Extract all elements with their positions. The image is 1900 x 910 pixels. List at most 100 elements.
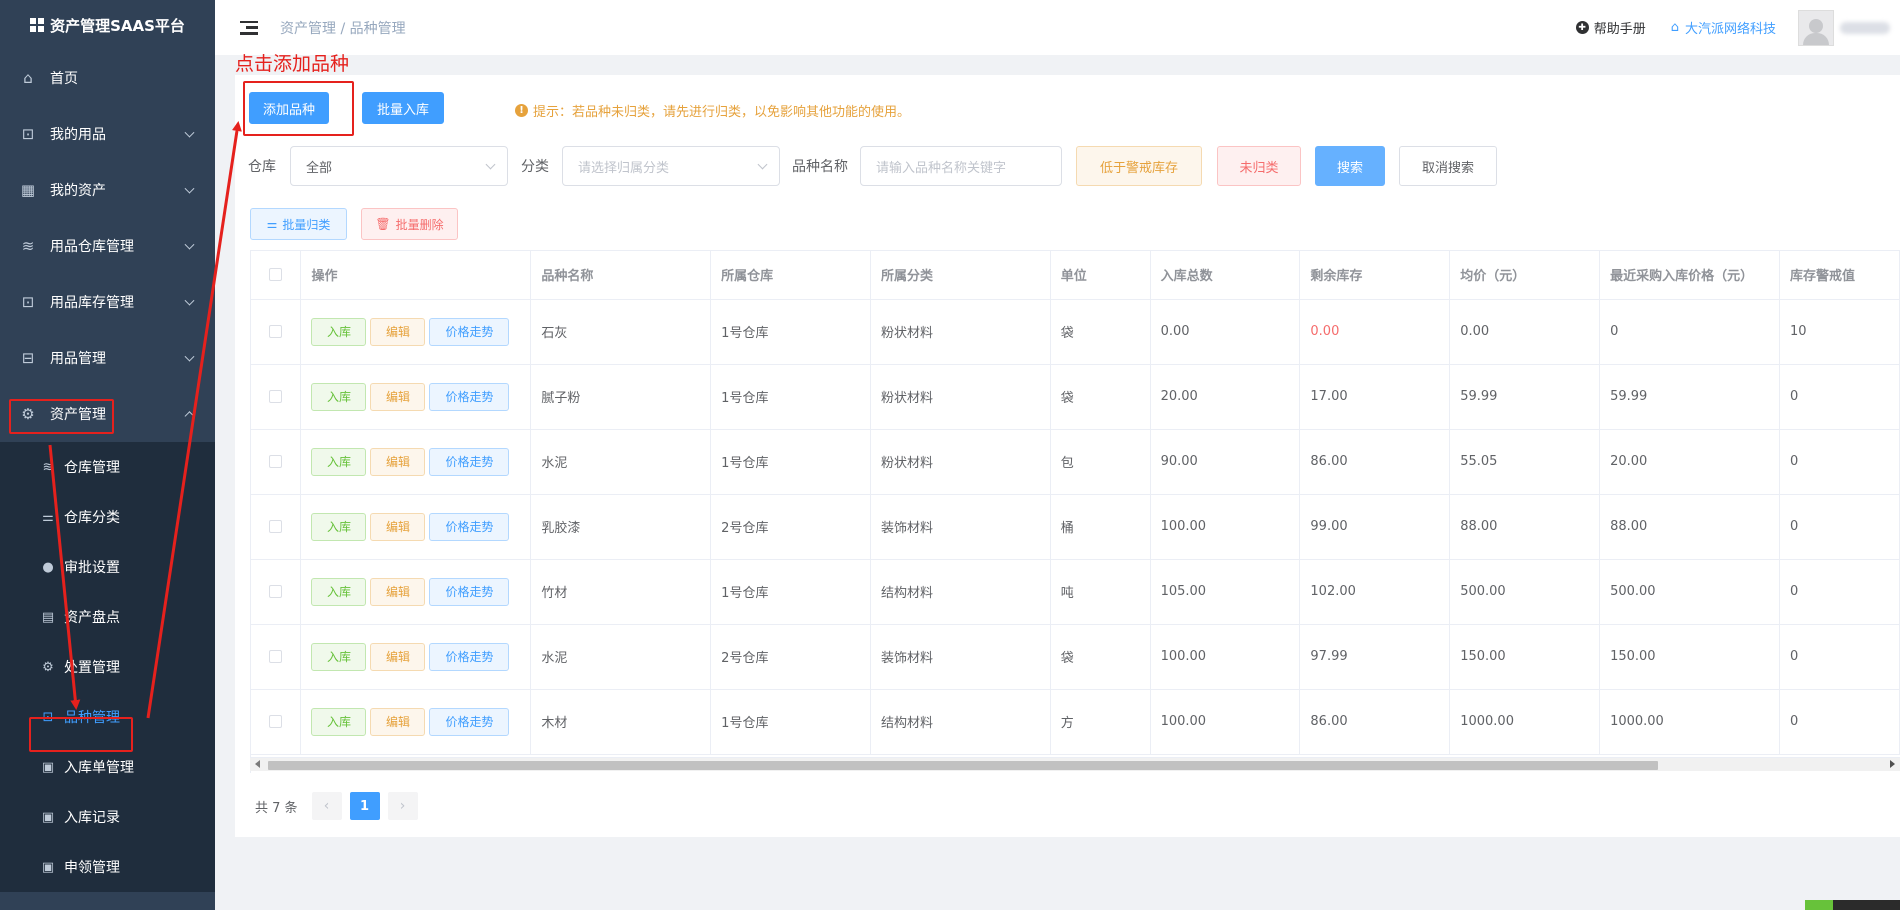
sidebar-subitem[interactable]: ⚙ 处置管理 — [0, 642, 215, 692]
row-checkbox[interactable] — [269, 325, 283, 338]
sidebar-item[interactable]: ⊟ 用品管理 — [0, 330, 215, 386]
company-link[interactable]: ⌂ 大汽派网络科技 — [1671, 18, 1776, 37]
row-checkbox[interactable] — [269, 520, 283, 533]
sidebar-subitem-label: 审批设置 — [64, 560, 120, 576]
cancel-search-button[interactable]: 取消搜索 — [1399, 146, 1497, 186]
batch-delete-button[interactable]: 🗑 批量删除 — [361, 208, 458, 240]
edit-button[interactable]: 编辑 — [370, 642, 426, 671]
sidebar-item[interactable]: ⊡ 用品库存管理 — [0, 274, 215, 330]
help-manual-link[interactable]: ✚ 帮助手册 — [1575, 18, 1646, 37]
sidebar-subitem[interactable]: ⚌ 仓库分类 — [0, 492, 215, 542]
stock-in-button[interactable]: 入库 — [311, 447, 367, 476]
user-icon: ● — [42, 559, 54, 575]
scroll-left-arrow-icon[interactable] — [255, 760, 260, 768]
sidebar-subitem-label: 仓库管理 — [64, 460, 120, 476]
row-actions-cell: 入库 编辑 价格走势 — [300, 559, 532, 625]
edit-button[interactable]: 编辑 — [370, 447, 426, 476]
below-alert-stock-button[interactable]: 低于警戒库存 — [1076, 146, 1202, 186]
table-row: 入库 编辑 价格走势 水泥 1号仓库 粉状材料包 90.00 86.00 55.05 20.00 0 — [251, 429, 1900, 495]
cell-remaining: 99.00 — [1299, 494, 1451, 560]
cell-name: 腻子粉 — [530, 364, 712, 430]
edit-button[interactable]: 编辑 — [370, 382, 426, 411]
sidebar-item-label: 用品管理 — [50, 351, 106, 367]
cell-category: 结构材料 — [870, 689, 1051, 755]
bag-icon: ⊡ — [21, 125, 35, 143]
cell-category: 装饰材料 — [870, 624, 1051, 690]
batch-classify-button[interactable]: ⚌ 批量归类 — [250, 208, 347, 240]
cell-last-price: 59.99 — [1599, 364, 1781, 430]
price-trend-button[interactable]: 价格走势 — [429, 642, 510, 671]
row-checkbox[interactable] — [269, 455, 283, 468]
clipboard-icon: ▣ — [41, 809, 55, 825]
sliders-icon: ⚌ — [42, 509, 54, 525]
building-icon: ▦ — [20, 181, 36, 199]
edit-button[interactable]: 编辑 — [370, 577, 426, 606]
stock-in-button[interactable]: 入库 — [311, 707, 367, 736]
horizontal-scrollbar[interactable] — [250, 757, 1900, 771]
next-page-button[interactable]: › — [387, 792, 418, 820]
cell-remaining: 17.00 — [1299, 364, 1451, 430]
stock-in-button[interactable]: 入库 — [311, 382, 367, 411]
row-checkbox[interactable] — [269, 390, 283, 403]
sidebar-subitem[interactable]: ▣ 入库单管理 — [0, 742, 215, 792]
username-blurred[interactable] — [1840, 21, 1890, 34]
price-trend-button[interactable]: 价格走势 — [429, 382, 510, 411]
breadcrumb-item-parent[interactable]: 资产管理 — [280, 21, 336, 37]
sidebar-item-label: 首页 — [50, 71, 78, 87]
sidebar-item[interactable]: ⚙ 资产管理 — [0, 386, 215, 442]
price-trend-button[interactable]: 价格走势 — [429, 707, 510, 736]
hamburger-menu-icon[interactable] — [240, 20, 258, 35]
select-all-checkbox[interactable] — [269, 268, 283, 282]
prev-page-button[interactable]: ‹ — [311, 792, 342, 820]
add-variety-button[interactable]: 添加品种 — [249, 92, 329, 124]
category-select[interactable]: 请选择归属分类 — [562, 146, 780, 186]
sidebar-subitem[interactable]: ● 审批设置 — [0, 542, 215, 592]
price-trend-button[interactable]: 价格走势 — [429, 317, 510, 346]
cell-name: 木材 — [530, 689, 712, 755]
avatar[interactable] — [1798, 9, 1834, 46]
warehouse-select[interactable]: 全部 — [290, 146, 508, 186]
row-actions-cell: 入库 编辑 价格走势 — [300, 364, 532, 430]
cell-name: 乳胶漆 — [530, 494, 712, 560]
sidebar-subitem-label: 品种管理 — [64, 710, 120, 726]
stock-in-button[interactable]: 入库 — [311, 642, 367, 671]
home-icon: ⌂ — [23, 69, 33, 87]
row-select-cell — [251, 559, 302, 625]
row-checkbox[interactable] — [269, 650, 283, 663]
row-checkbox[interactable] — [269, 585, 283, 598]
variety-name-input[interactable]: 请输入品种名称关键字 — [860, 146, 1062, 186]
stock-in-button[interactable]: 入库 — [311, 577, 367, 606]
sidebar-subitem[interactable]: ⊡ 品种管理 — [0, 692, 215, 742]
cell-alert-value: 0 — [1779, 429, 1900, 495]
sidebar-item[interactable]: ≋ 用品仓库管理 — [0, 218, 215, 274]
scrollbar-thumb[interactable] — [268, 761, 1658, 770]
price-trend-button[interactable]: 价格走势 — [429, 512, 510, 541]
search-button[interactable]: 搜索 — [1315, 146, 1385, 186]
cell-alert-value: 0 — [1779, 624, 1900, 690]
stock-in-button[interactable]: 入库 — [311, 512, 367, 541]
cell-alert-value: 0 — [1779, 494, 1900, 560]
edit-button[interactable]: 编辑 — [370, 317, 426, 346]
sidebar-item[interactable]: ▦ 我的资产 — [0, 162, 215, 218]
sidebar-item[interactable]: ⊡ 我的用品 — [0, 106, 215, 162]
price-trend-button[interactable]: 价格走势 — [429, 577, 510, 606]
name-filter-label: 品种名称 — [792, 159, 848, 175]
unclassified-button[interactable]: 未归类 — [1217, 146, 1301, 186]
edit-button[interactable]: 编辑 — [370, 707, 426, 736]
sidebar-subitem[interactable]: ▤ 资产盘点 — [0, 592, 215, 642]
row-checkbox[interactable] — [269, 715, 283, 728]
stock-in-button[interactable]: 入库 — [311, 317, 367, 346]
brand-title: 资产管理SAAS平台 — [50, 16, 185, 35]
batch-stock-in-button[interactable]: 批量入库 — [362, 92, 444, 124]
sidebar-subitem[interactable]: ≋ 仓库管理 — [0, 442, 215, 492]
edit-button[interactable]: 编辑 — [370, 512, 426, 541]
sidebar-item[interactable]: ⌂ 首页 — [0, 50, 215, 106]
sidebar-subitem[interactable]: ▣ 入库记录 — [0, 792, 215, 842]
page-number-current[interactable]: 1 — [349, 792, 380, 820]
column-header: 最近采购入库价格（元） — [1599, 251, 1781, 300]
scroll-right-arrow-icon[interactable] — [1890, 760, 1895, 768]
price-trend-button[interactable]: 价格走势 — [429, 447, 510, 476]
cell-alert-value: 0 — [1779, 364, 1900, 430]
sidebar-subitem[interactable]: ▣ 申领管理 — [0, 842, 215, 892]
chevron-down-icon — [757, 159, 768, 170]
